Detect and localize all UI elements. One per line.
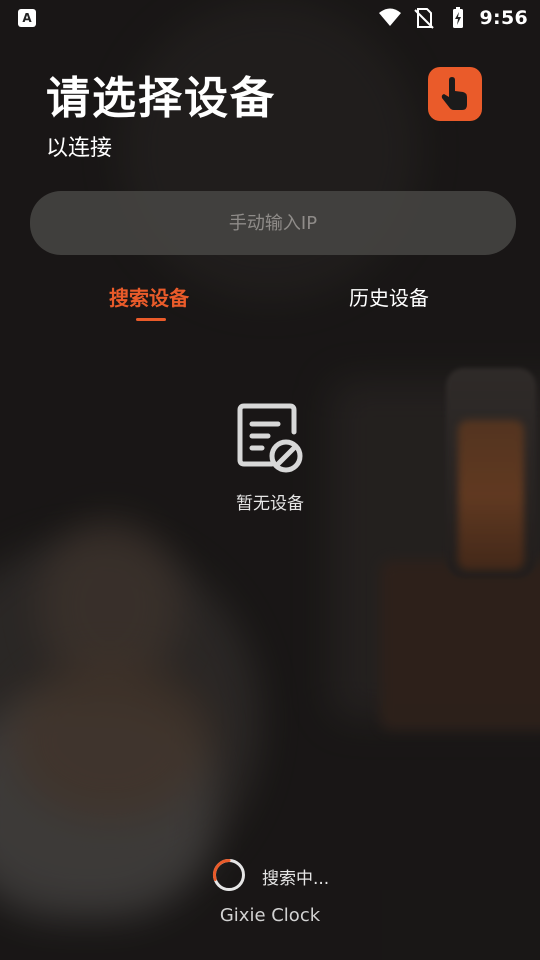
- searching-status: 搜索中...: [262, 869, 330, 889]
- page-title: 请选择设备: [46, 73, 276, 124]
- tab-active-indicator: [136, 318, 166, 321]
- empty-state-text: 暂无设备: [236, 494, 304, 514]
- accessibility-notification-icon: A: [18, 9, 36, 27]
- app-name: Gixie Clock: [219, 905, 321, 926]
- no-sim-icon: [413, 8, 434, 29]
- touch-button[interactable]: [428, 67, 482, 121]
- status-bar: A 9:56: [0, 0, 540, 36]
- hand-tap-icon: [441, 77, 467, 110]
- tab-search-devices[interactable]: 搜索设备: [109, 282, 189, 311]
- wifi-icon: [378, 8, 401, 26]
- tab-history-devices[interactable]: 历史设备: [349, 282, 429, 311]
- battery-charging-icon: [452, 7, 463, 28]
- status-time: 9:56: [479, 7, 528, 29]
- no-document-icon: [237, 403, 303, 473]
- manual-ip-input[interactable]: [30, 191, 516, 255]
- page-subtitle: 以连接: [46, 136, 113, 161]
- loading-spinner-icon: [213, 858, 245, 891]
